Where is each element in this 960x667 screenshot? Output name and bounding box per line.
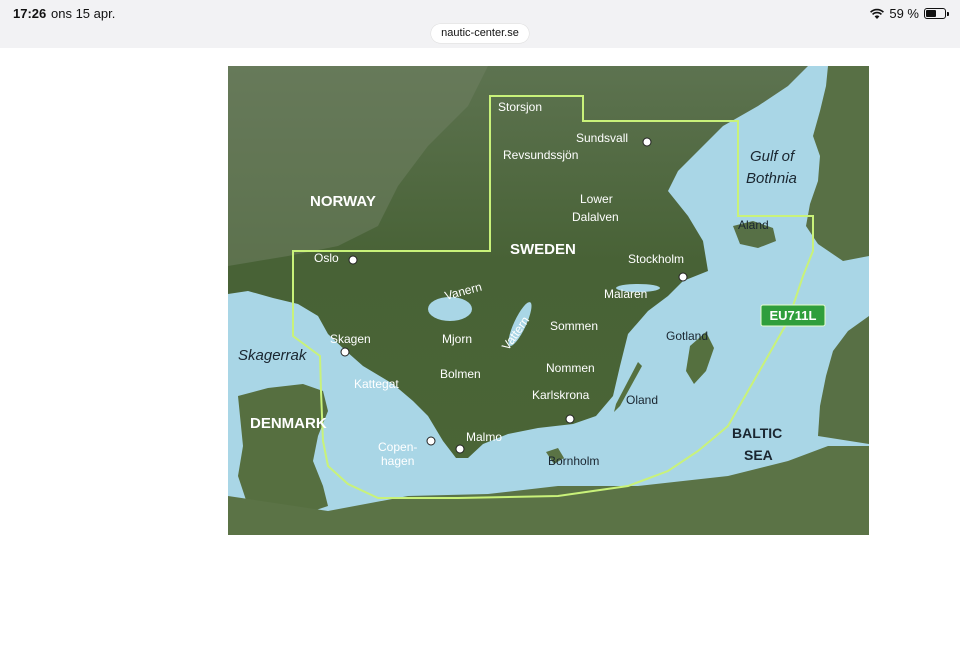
label-gulf-line2: Bothnia [746, 170, 797, 187]
status-date: ons 15 apr. [51, 6, 116, 21]
coverage-badge-text: EU711L [770, 308, 817, 323]
label-lower-line1: Lower [580, 192, 613, 206]
label-gotland: Gotland [666, 329, 708, 343]
label-denmark: DENMARK [250, 415, 327, 432]
label-bolmen: Bolmen [440, 367, 481, 381]
status-time: 17:26 [13, 6, 47, 21]
label-stockholm: Stockholm [628, 252, 684, 266]
label-gulf-line1: Gulf of [750, 148, 796, 165]
label-baltic-line2: SEA [744, 447, 773, 463]
label-copenhagen-line1: Copen- [378, 440, 417, 454]
label-bornholm: Bornholm [548, 454, 599, 468]
nautical-chart-map: EU711L NORWAY SWEDEN DENMARK Gulf of Bot… [228, 66, 869, 535]
label-mjorn: Mjorn [442, 332, 472, 346]
city-dot-copenhagen [426, 436, 436, 446]
url-bar[interactable]: nautic-center.se [431, 24, 529, 43]
label-storsjon: Storsjon [498, 100, 542, 114]
wifi-icon [870, 8, 885, 19]
label-skagerrak: Skagerrak [238, 347, 308, 364]
label-copenhagen-line2: hagen [381, 454, 414, 468]
label-nommen: Nommen [546, 361, 595, 375]
battery-percent: 59 % [889, 6, 919, 21]
city-dot-skagen [340, 347, 350, 357]
label-kattegat: Kattegat [354, 377, 399, 391]
label-oland: Oland [626, 393, 658, 407]
label-norway: NORWAY [310, 193, 376, 210]
label-karlskrona: Karlskrona [532, 388, 590, 402]
label-malaren: Malaren [604, 287, 647, 301]
label-lower-line2: Dalalven [572, 210, 619, 224]
label-sweden: SWEDEN [510, 241, 576, 258]
map-svg: EU711L NORWAY SWEDEN DENMARK Gulf of Bot… [228, 66, 869, 535]
city-dot-malmo [455, 444, 465, 454]
label-aland: Aland [738, 218, 769, 232]
label-skagen: Skagen [330, 332, 371, 346]
status-right: 59 % [870, 6, 949, 21]
city-dot-oslo [348, 255, 358, 265]
city-dot-karlskrona [565, 414, 575, 424]
city-dot-stockholm [678, 272, 688, 282]
label-baltic-line1: BALTIC [732, 425, 782, 441]
label-oslo: Oslo [314, 251, 339, 265]
label-revsundssjon: Revsundssjön [503, 148, 578, 162]
land-denmark [238, 384, 328, 516]
battery-icon [924, 8, 949, 19]
city-dot-sundsvall [642, 137, 652, 147]
label-sommen: Sommen [550, 319, 598, 333]
label-malmo: Malmo [466, 430, 502, 444]
label-sundsvall: Sundsvall [576, 131, 628, 145]
status-bar: 17:26 ons 15 apr. 59 % nautic-center.se [0, 0, 960, 48]
battery-fill [926, 10, 937, 17]
